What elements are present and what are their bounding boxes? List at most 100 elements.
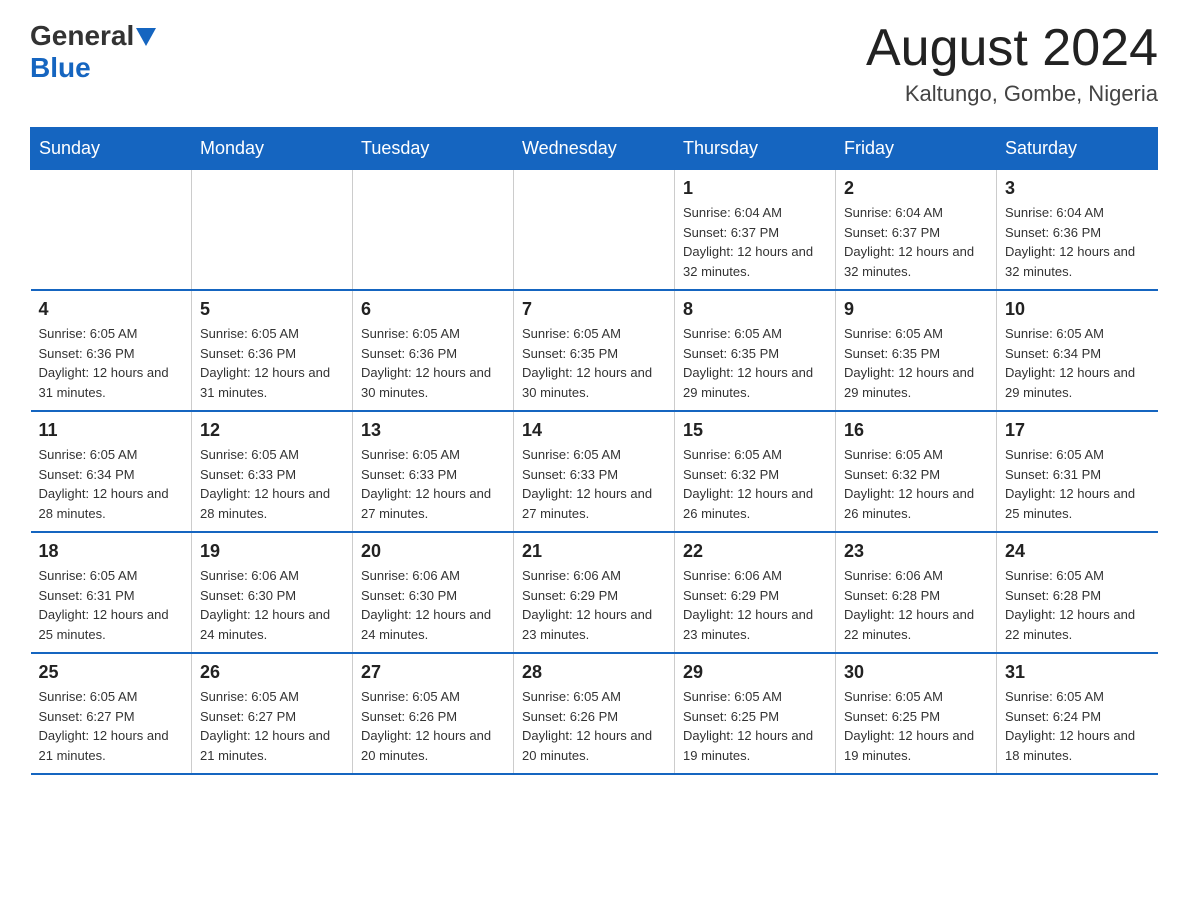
calendar-table: Sunday Monday Tuesday Wednesday Thursday… <box>30 127 1158 775</box>
day-info: Sunrise: 6:05 AM Sunset: 6:31 PM Dayligh… <box>1005 445 1150 523</box>
calendar-cell: 1 Sunrise: 6:04 AM Sunset: 6:37 PM Daylig… <box>675 170 836 291</box>
calendar-cell: 11Sunrise: 6:05 AM Sunset: 6:34 PM Dayli… <box>31 411 192 532</box>
weekday-header-row: Sunday Monday Tuesday Wednesday Thursday… <box>31 128 1158 170</box>
day-info: Sunrise: 6:05 AM Sunset: 6:33 PM Dayligh… <box>361 445 505 523</box>
day-info: Sunrise: 6:05 AM Sunset: 6:31 PM Dayligh… <box>39 566 184 644</box>
calendar-week-row-2: 11Sunrise: 6:05 AM Sunset: 6:34 PM Dayli… <box>31 411 1158 532</box>
calendar-week-row-4: 25 Sunrise: 6:05 AM Sunset: 6:27 PM Dayli… <box>31 653 1158 774</box>
calendar-cell: 22 Sunrise: 6:06 AM Sunset: 6:29 PM Dayli… <box>675 532 836 653</box>
header-friday: Friday <box>836 128 997 170</box>
calendar-cell: 18 Sunrise: 6:05 AM Sunset: 6:31 PM Dayli… <box>31 532 192 653</box>
logo-triangle-icon <box>136 28 156 48</box>
calendar-week-row-0: 1 Sunrise: 6:04 AM Sunset: 6:37 PM Daylig… <box>31 170 1158 291</box>
header-sunday: Sunday <box>31 128 192 170</box>
calendar-cell: 21 Sunrise: 6:06 AM Sunset: 6:29 PM Dayli… <box>514 532 675 653</box>
calendar-cell: 19Sunrise: 6:06 AM Sunset: 6:30 PM Dayli… <box>192 532 353 653</box>
calendar-cell: 3Sunrise: 6:04 AM Sunset: 6:36 PM Daylig… <box>997 170 1158 291</box>
day-number: 28 <box>522 662 666 683</box>
calendar-cell <box>353 170 514 291</box>
day-number: 9 <box>844 299 988 320</box>
calendar-cell: 16 Sunrise: 6:05 AM Sunset: 6:32 PM Dayli… <box>836 411 997 532</box>
calendar-cell: 20Sunrise: 6:06 AM Sunset: 6:30 PM Dayli… <box>353 532 514 653</box>
calendar-cell: 8 Sunrise: 6:05 AM Sunset: 6:35 PM Daylig… <box>675 290 836 411</box>
calendar-cell <box>514 170 675 291</box>
month-title: August 2024 <box>866 20 1158 77</box>
day-number: 2 <box>844 178 988 199</box>
day-number: 29 <box>683 662 827 683</box>
day-number: 16 <box>844 420 988 441</box>
calendar-cell <box>31 170 192 291</box>
day-info: Sunrise: 6:05 AM Sunset: 6:25 PM Dayligh… <box>844 687 988 765</box>
header-monday: Monday <box>192 128 353 170</box>
day-info: Sunrise: 6:05 AM Sunset: 6:33 PM Dayligh… <box>200 445 344 523</box>
calendar-cell: 12 Sunrise: 6:05 AM Sunset: 6:33 PM Dayli… <box>192 411 353 532</box>
day-number: 15 <box>683 420 827 441</box>
logo-general-text: General <box>30 20 134 52</box>
day-number: 24 <box>1005 541 1150 562</box>
calendar-cell: 31 Sunrise: 6:05 AM Sunset: 6:24 PM Dayli… <box>997 653 1158 774</box>
calendar-cell: 30 Sunrise: 6:05 AM Sunset: 6:25 PM Dayli… <box>836 653 997 774</box>
day-info: Sunrise: 6:05 AM Sunset: 6:34 PM Dayligh… <box>1005 324 1150 402</box>
location-title: Kaltungo, Gombe, Nigeria <box>866 81 1158 107</box>
day-info: Sunrise: 6:05 AM Sunset: 6:36 PM Dayligh… <box>39 324 184 402</box>
day-number: 17 <box>1005 420 1150 441</box>
header-thursday: Thursday <box>675 128 836 170</box>
day-number: 8 <box>683 299 827 320</box>
calendar-cell: 9 Sunrise: 6:05 AM Sunset: 6:35 PM Daylig… <box>836 290 997 411</box>
day-number: 21 <box>522 541 666 562</box>
day-number: 1 <box>683 178 827 199</box>
day-info: Sunrise: 6:05 AM Sunset: 6:24 PM Dayligh… <box>1005 687 1150 765</box>
day-info: Sunrise: 6:04 AM Sunset: 6:37 PM Dayligh… <box>683 203 827 281</box>
logo-icon: General Blue <box>30 20 156 84</box>
header-wednesday: Wednesday <box>514 128 675 170</box>
day-number: 19 <box>200 541 344 562</box>
day-info: Sunrise: 6:05 AM Sunset: 6:32 PM Dayligh… <box>683 445 827 523</box>
day-number: 18 <box>39 541 184 562</box>
day-info: Sunrise: 6:06 AM Sunset: 6:29 PM Dayligh… <box>522 566 666 644</box>
day-number: 30 <box>844 662 988 683</box>
page-header: General Blue August 2024 Kaltungo, Gombe… <box>30 20 1158 107</box>
logo-blue-text: Blue <box>30 52 91 84</box>
calendar-cell: 6 Sunrise: 6:05 AM Sunset: 6:36 PM Daylig… <box>353 290 514 411</box>
day-info: Sunrise: 6:06 AM Sunset: 6:29 PM Dayligh… <box>683 566 827 644</box>
day-number: 23 <box>844 541 988 562</box>
calendar-cell: 4 Sunrise: 6:05 AM Sunset: 6:36 PM Daylig… <box>31 290 192 411</box>
calendar-cell: 14 Sunrise: 6:05 AM Sunset: 6:33 PM Dayli… <box>514 411 675 532</box>
day-number: 14 <box>522 420 666 441</box>
calendar-cell: 17 Sunrise: 6:05 AM Sunset: 6:31 PM Dayli… <box>997 411 1158 532</box>
calendar-cell: 2 Sunrise: 6:04 AM Sunset: 6:37 PM Daylig… <box>836 170 997 291</box>
day-number: 25 <box>39 662 184 683</box>
day-number: 12 <box>200 420 344 441</box>
day-info: Sunrise: 6:05 AM Sunset: 6:32 PM Dayligh… <box>844 445 988 523</box>
day-info: Sunrise: 6:04 AM Sunset: 6:37 PM Dayligh… <box>844 203 988 281</box>
day-number: 6 <box>361 299 505 320</box>
day-info: Sunrise: 6:05 AM Sunset: 6:25 PM Dayligh… <box>683 687 827 765</box>
calendar-cell: 23 Sunrise: 6:06 AM Sunset: 6:28 PM Dayli… <box>836 532 997 653</box>
day-info: Sunrise: 6:05 AM Sunset: 6:35 PM Dayligh… <box>522 324 666 402</box>
day-info: Sunrise: 6:05 AM Sunset: 6:27 PM Dayligh… <box>200 687 344 765</box>
day-info: Sunrise: 6:05 AM Sunset: 6:36 PM Dayligh… <box>361 324 505 402</box>
calendar-cell: 24 Sunrise: 6:05 AM Sunset: 6:28 PM Dayli… <box>997 532 1158 653</box>
day-info: Sunrise: 6:05 AM Sunset: 6:26 PM Dayligh… <box>361 687 505 765</box>
day-number: 10 <box>1005 299 1150 320</box>
day-info: Sunrise: 6:05 AM Sunset: 6:35 PM Dayligh… <box>844 324 988 402</box>
calendar-cell: 29 Sunrise: 6:05 AM Sunset: 6:25 PM Dayli… <box>675 653 836 774</box>
day-number: 13 <box>361 420 505 441</box>
day-number: 20 <box>361 541 505 562</box>
day-info: Sunrise: 6:05 AM Sunset: 6:33 PM Dayligh… <box>522 445 666 523</box>
day-number: 22 <box>683 541 827 562</box>
header-tuesday: Tuesday <box>353 128 514 170</box>
calendar-cell: 28Sunrise: 6:05 AM Sunset: 6:26 PM Dayli… <box>514 653 675 774</box>
day-info: Sunrise: 6:05 AM Sunset: 6:28 PM Dayligh… <box>1005 566 1150 644</box>
day-info: Sunrise: 6:06 AM Sunset: 6:28 PM Dayligh… <box>844 566 988 644</box>
day-info: Sunrise: 6:05 AM Sunset: 6:35 PM Dayligh… <box>683 324 827 402</box>
day-number: 26 <box>200 662 344 683</box>
day-info: Sunrise: 6:05 AM Sunset: 6:27 PM Dayligh… <box>39 687 184 765</box>
header-saturday: Saturday <box>997 128 1158 170</box>
day-number: 4 <box>39 299 184 320</box>
calendar-week-row-1: 4 Sunrise: 6:05 AM Sunset: 6:36 PM Daylig… <box>31 290 1158 411</box>
logo: General Blue <box>30 20 156 84</box>
day-number: 31 <box>1005 662 1150 683</box>
calendar-cell: 7 Sunrise: 6:05 AM Sunset: 6:35 PM Daylig… <box>514 290 675 411</box>
day-number: 7 <box>522 299 666 320</box>
